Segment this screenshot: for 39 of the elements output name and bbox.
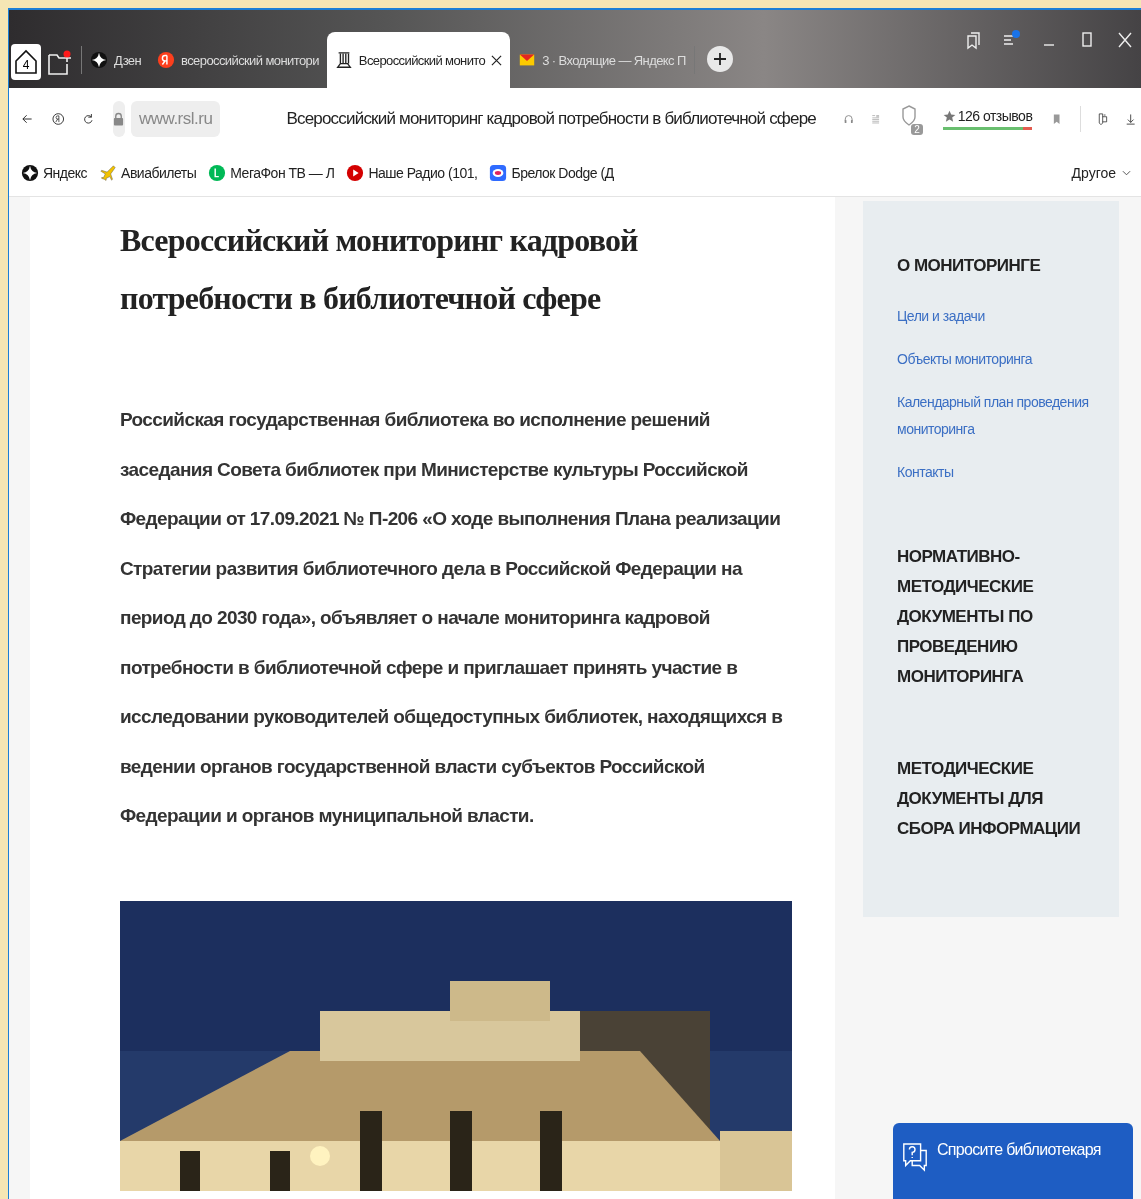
- plus-icon: [711, 51, 728, 67]
- letter-logo-icon: [157, 51, 176, 69]
- new-tab-button[interactable]: [706, 46, 733, 72]
- section-heading[interactable]: НОРМАТИВНО-МЕТОДИЧЕСКИЕ ДОКУМЕНТЫ ПО ПРОВЕДЕНИЮ МОНИТОРИНГА: [897, 542, 1099, 692]
- ring-icon: [489, 164, 508, 182]
- bookmark-link[interactable]: МегаФон ТВ — Л: [208, 164, 335, 182]
- browser-tab[interactable]: 3 · Входящие — Яндекс П: [510, 32, 694, 88]
- page-title: Всероссийский мониторинг кадровой потребности в библиотечной сфере: [286, 109, 816, 129]
- section-heading[interactable]: МЕТОДИЧЕСКИЕ ДОКУМЕНТЫ ДЛЯ СБОРА ИНФОРМАЦИИ: [897, 754, 1099, 844]
- play-icon: [346, 164, 365, 182]
- close-icon[interactable]: [1115, 30, 1135, 50]
- sidebar-link[interactable]: Объекты мониторинга: [897, 346, 1033, 373]
- browser-tab[interactable]: Всероссийский монито: [326, 32, 511, 88]
- article-text: Российская государственная библиотека во исполнение решений заседания Совета библиотек при Министерстве культуры Российской Федерации от 17.09.2021 № П-206 «О ходе выполнения Плана реализации Стратегии развития библиотечного дела в Российской Федерации на период до 2030 года», объявляет о начале мониторинга кадровой потребности в библиотечной сфере и приглашает принять участие в исследовании руководителей общедоступных библиотек, находящихся в ведении органов государственной власти субъектов Российской Федерации и органов муниципальной власти.: [120, 408, 784, 828]
- home-button[interactable]: 4: [11, 44, 41, 80]
- chevron-icon: [1122, 170, 1131, 176]
- plane-icon: [99, 164, 118, 182]
- sidebar-link[interactable]: Календарный план проведения мониторинга: [897, 389, 1099, 443]
- star-icon: [21, 164, 39, 182]
- article-title: Всероссийский мониторинг кадровой потребности в библиотечной сфере: [120, 221, 639, 318]
- bookmark-link[interactable]: Авиабилеты: [99, 164, 197, 182]
- bookmark-link[interactable]: Брелок Dodge (Д: [489, 164, 614, 182]
- sidebar-link[interactable]: Цели и задачи: [897, 303, 985, 330]
- close-icon[interactable]: [491, 54, 503, 66]
- browser-tab[interactable]: всероссийский монитори: [149, 32, 327, 88]
- reviews-button[interactable]: 126 отзывов: [942, 108, 1033, 130]
- section-heading[interactable]: О МОНИТОРИНГЕ: [897, 251, 1099, 281]
- bookmark-link[interactable]: Яндекс: [21, 164, 88, 182]
- ask-librarian-button[interactable]: Спросите библиотекаря: [893, 1123, 1133, 1199]
- columns-icon: [334, 51, 353, 69]
- bookmark-link[interactable]: Наше Радио (101,: [346, 164, 478, 182]
- star-icon: [90, 51, 108, 69]
- other-bookmarks-button[interactable]: Другое: [1071, 165, 1131, 181]
- new-folder-icon[interactable]: [47, 50, 73, 76]
- sidebar-link[interactable]: Контакты: [897, 459, 954, 486]
- browser-tab[interactable]: Дзен: [82, 32, 150, 88]
- star-icon: [942, 109, 956, 123]
- megafon-icon: [208, 164, 227, 182]
- lock-icon[interactable]: [112, 101, 125, 137]
